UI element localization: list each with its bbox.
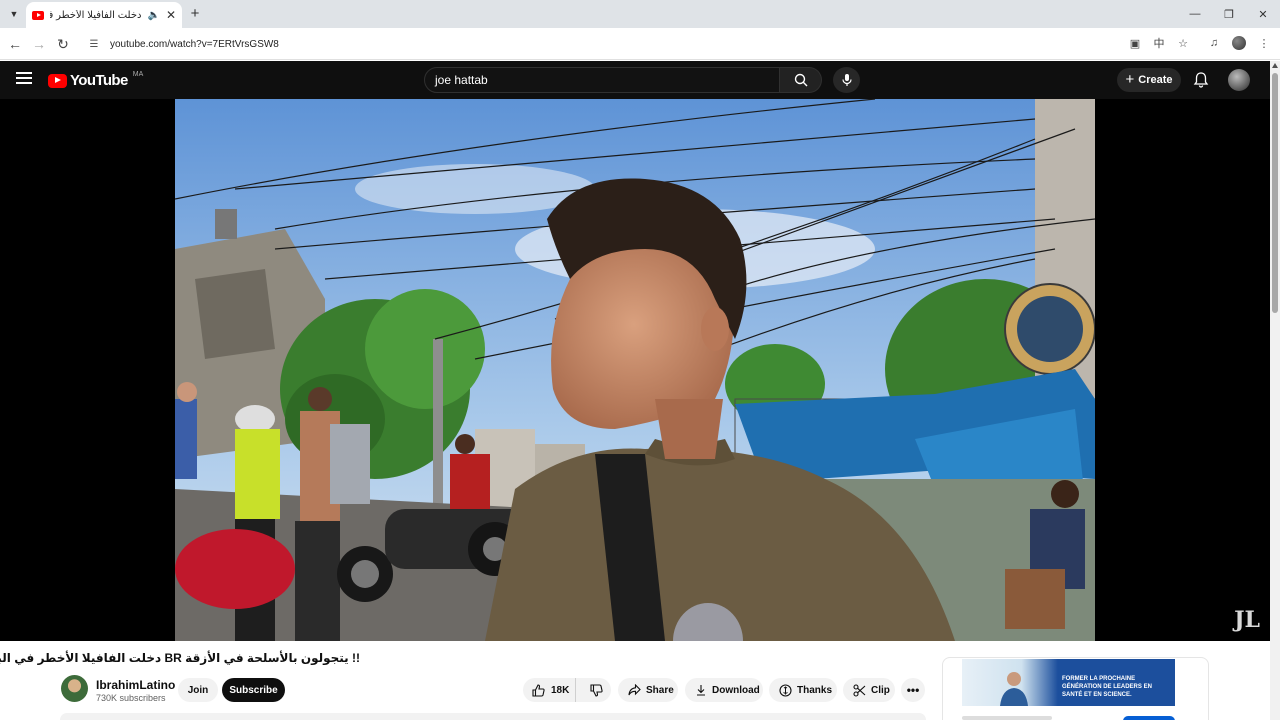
scroll-up-icon[interactable] [1272, 63, 1278, 68]
install-app-icon[interactable]: ▣ [1128, 36, 1142, 50]
like-dislike-group: 18K [523, 678, 611, 702]
share-button[interactable]: Share [618, 678, 678, 702]
youtube-masthead: YouTube MA joe hattab + Create [0, 61, 1280, 99]
more-actions-button[interactable]: ••• [901, 678, 925, 702]
search-box: joe hattab [424, 67, 822, 93]
thanks-button[interactable]: Thanks [769, 678, 837, 702]
channel-avatar[interactable] [61, 675, 88, 702]
thumbs-down-icon [589, 683, 603, 697]
video-frame[interactable] [175, 99, 1095, 641]
profile-avatar-icon[interactable] [1232, 36, 1246, 50]
window-close-icon[interactable]: ✕ [1246, 0, 1280, 28]
channel-watermark: JL [1234, 607, 1260, 633]
translate-icon[interactable]: 中 [1152, 36, 1166, 50]
share-arrow-icon [628, 684, 641, 696]
reload-icon[interactable]: ↻ [54, 35, 72, 53]
sidebar-ad[interactable]: FORMER LA PROCHAINE GÉNÉRATION DE LEADER… [942, 657, 1209, 720]
youtube-logo[interactable]: YouTube MA [48, 71, 144, 89]
account-avatar[interactable] [1228, 69, 1250, 91]
tab-close-icon[interactable]: ✕ [166, 8, 176, 22]
ad-headline: FORMER LA PROCHAINE GÉNÉRATION DE LEADER… [1062, 676, 1152, 698]
scissors-icon [853, 683, 866, 697]
video-player[interactable]: JL [0, 99, 1270, 641]
browser-tab-active[interactable]: دخلت الفافيلا الأخطر في البرا 🔈 ✕ [26, 2, 182, 28]
ad-advertiser [962, 716, 1052, 720]
download-button[interactable]: Download [685, 678, 763, 702]
search-button[interactable] [780, 67, 822, 93]
ad-person-image [1000, 672, 1028, 706]
more-horizontal-icon: ••• [906, 683, 920, 697]
dislike-button[interactable] [581, 678, 611, 702]
media-controls-icon[interactable]: ♫ [1206, 35, 1222, 51]
like-count: 18K [551, 684, 570, 696]
tab-search-icon[interactable]: ▼ [4, 5, 24, 23]
video-title: !! يتجولون بالأسلحة في الأزقة BR دخلت ال… [0, 651, 360, 665]
ad-cta-button[interactable] [1123, 716, 1175, 720]
youtube-play-logo-icon [48, 73, 67, 88]
youtube-favicon-icon [32, 10, 44, 20]
scrollbar-thumb[interactable] [1272, 73, 1278, 313]
browser-menu-icon[interactable]: ⋮ [1256, 35, 1272, 51]
toolbar-right: ♫ ⋮ [1206, 35, 1272, 51]
super-thanks-icon [779, 683, 792, 697]
youtube-wordmark: YouTube [70, 72, 128, 89]
browser-tab-bar: ▼ دخلت الفافيلا الأخطر في البرا 🔈 ✕ + — … [0, 0, 1280, 28]
download-label: Download [712, 684, 760, 696]
like-button[interactable]: 18K [523, 678, 577, 702]
description-box[interactable] [60, 713, 926, 720]
voice-search-button[interactable] [833, 67, 860, 93]
address-url[interactable]: youtube.com/watch?v=7ERtVrsGSW8 [110, 39, 279, 50]
ad-banner-image[interactable]: FORMER LA PROCHAINE GÉNÉRATION DE LEADER… [962, 659, 1175, 706]
forward-arrow-icon[interactable]: → [30, 35, 48, 53]
new-tab-icon[interactable]: + [188, 5, 202, 23]
thanks-label: Thanks [797, 684, 833, 696]
region-code: MA [132, 71, 144, 78]
notifications-bell-icon[interactable] [1192, 71, 1210, 89]
share-label: Share [646, 684, 674, 696]
subscribe-button[interactable]: Subscribe [222, 678, 285, 702]
browser-toolbar: ← → ↻ ☰ youtube.com/watch?v=7ERtVrsGSW8 … [0, 28, 1280, 60]
download-icon [697, 685, 705, 696]
bookmark-star-icon[interactable]: ☆ [1176, 36, 1190, 50]
guide-menu-icon[interactable] [16, 72, 32, 86]
audio-playing-icon[interactable]: 🔈 [147, 10, 159, 21]
search-input[interactable]: joe hattab [424, 67, 780, 93]
tab-title: دخلت الفافيلا الأخطر في البرا [50, 9, 142, 21]
site-info-icon[interactable]: ☰ [86, 36, 102, 52]
subscriber-count: 730K subscribers [96, 693, 166, 703]
join-button[interactable]: Join [178, 678, 218, 702]
page-scrollbar[interactable] [1270, 61, 1280, 720]
address-bar[interactable]: ☰ youtube.com/watch?v=7ERtVrsGSW8 ▣ 中 ☆ [80, 31, 1200, 57]
microphone-icon [841, 74, 852, 86]
create-button[interactable]: + Create [1117, 68, 1181, 92]
window-controls: — ❐ ✕ [1178, 0, 1280, 28]
plus-icon: + [1125, 71, 1135, 88]
video-scene [175, 99, 1095, 641]
thumbs-up-icon [532, 683, 545, 697]
address-bar-actions: ▣ 中 ☆ [1128, 36, 1190, 51]
clip-label: Clip [871, 684, 890, 696]
channel-name[interactable]: IbrahimLatino [96, 678, 175, 692]
create-label: Create [1138, 74, 1173, 86]
back-arrow-icon[interactable]: ← [6, 35, 24, 53]
restore-icon[interactable]: ❐ [1212, 0, 1246, 28]
minimize-icon[interactable]: — [1178, 0, 1212, 28]
search-icon [794, 73, 807, 87]
clip-button[interactable]: Clip [843, 678, 895, 702]
